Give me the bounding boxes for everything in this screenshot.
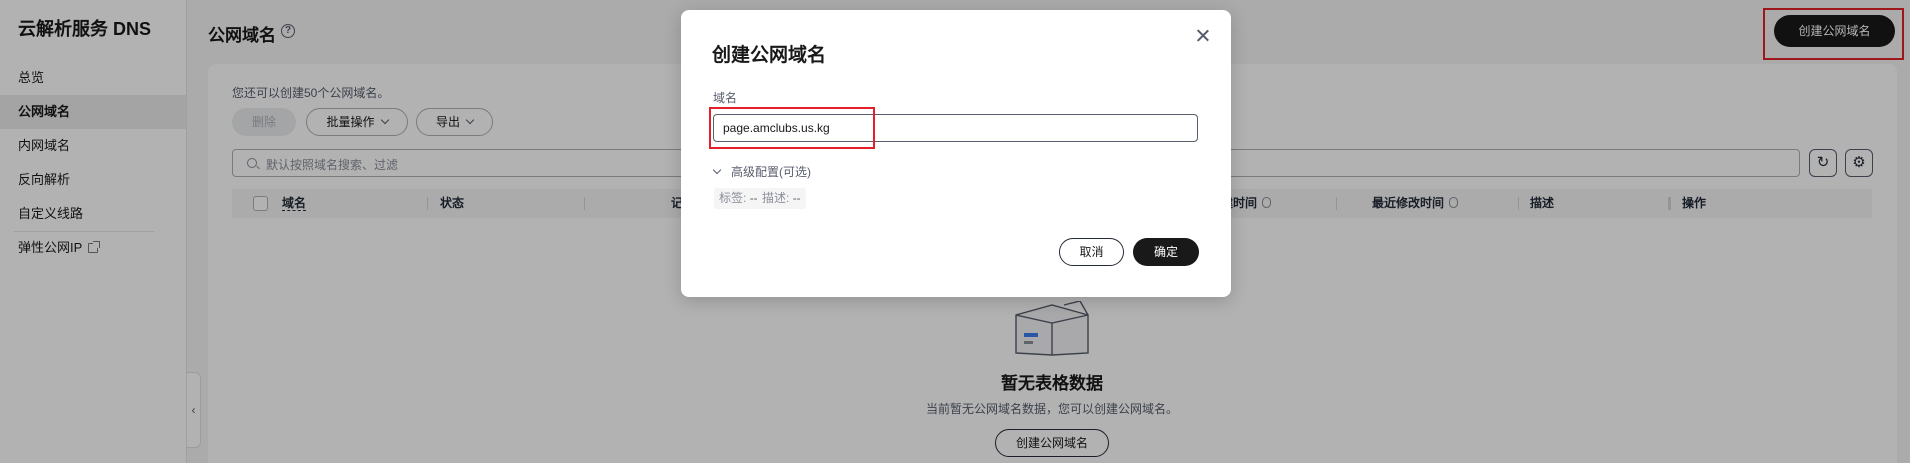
dialog-title: 创建公网域名 <box>712 45 827 66</box>
description-chip: 描述: -- <box>757 188 806 209</box>
create-domain-dialog: 创建公网域名 域名 高级配置(可选) 标签: -- 描述: -- 取消 确定 <box>681 10 1231 297</box>
tag-chip: 标签: -- <box>714 188 763 209</box>
domain-name-input[interactable] <box>713 114 1198 142</box>
cancel-button[interactable]: 取消 <box>1059 238 1124 266</box>
description-key: 描述: <box>762 191 790 205</box>
tag-key: 标签: <box>719 191 747 205</box>
chevron-down-icon <box>712 165 722 175</box>
advanced-config-toggle[interactable]: 高级配置(可选) <box>712 163 811 180</box>
domain-field-label: 域名 <box>713 91 738 105</box>
close-icon[interactable] <box>1195 28 1211 44</box>
description-value: -- <box>792 191 801 205</box>
advanced-config-label: 高级配置(可选) <box>731 165 811 179</box>
confirm-button[interactable]: 确定 <box>1133 238 1199 266</box>
